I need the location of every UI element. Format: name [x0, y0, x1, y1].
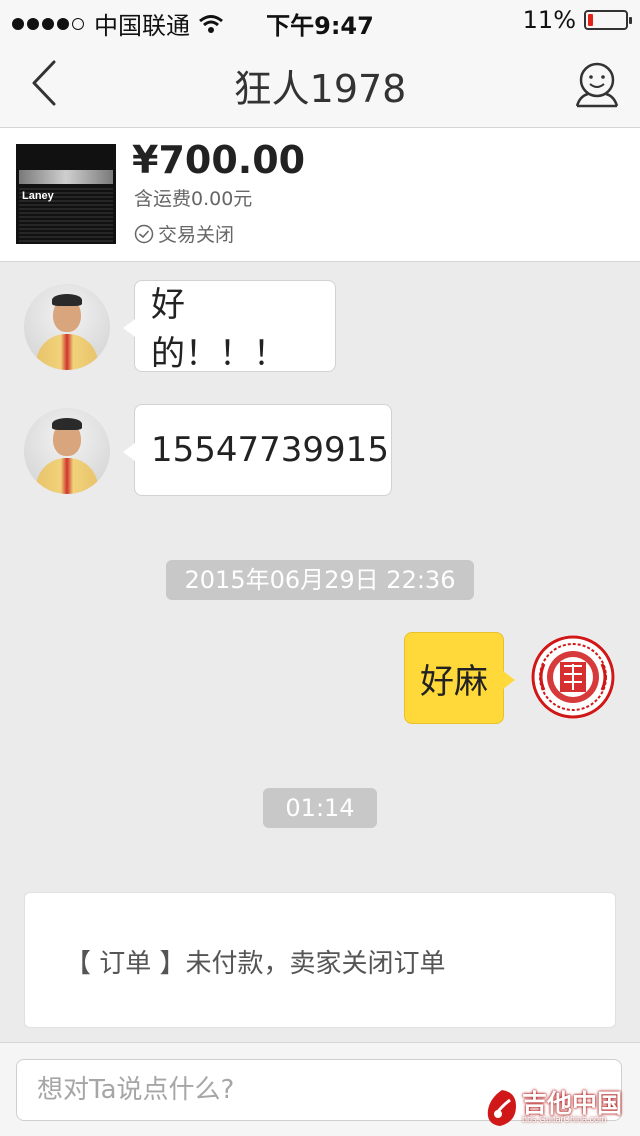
product-card[interactable]: Laney ¥700.00 含运费0.00元 交易关闭	[0, 128, 640, 262]
fu-avatar-icon[interactable]	[530, 634, 616, 720]
product-price: ¥700.00	[132, 138, 306, 182]
message-text: 好麻	[420, 661, 488, 702]
amp-brand-logo: Laney	[22, 190, 54, 202]
guitar-logo-icon	[487, 1090, 516, 1126]
site-watermark: 吉他中国 bbs.GuitarChina.com	[482, 1084, 632, 1132]
product-shipping: 含运费0.00元	[134, 188, 253, 210]
product-thumbnail[interactable]: Laney	[16, 144, 116, 244]
nav-bar: 狂人1978	[0, 40, 640, 128]
battery-icon	[584, 10, 632, 30]
message-bubble[interactable]: 好的！！！	[123, 280, 336, 374]
my-message-bubble[interactable]: 好麻	[404, 632, 515, 724]
battery-percent: 11%	[522, 6, 576, 34]
profile-icon[interactable]	[574, 60, 620, 108]
page-title: 狂人1978	[233, 67, 407, 111]
message-text: 好的！！！	[151, 285, 287, 374]
status-right: 11%	[522, 6, 632, 34]
order-notice-text: 【 订单 】未付款，卖家关闭订单	[65, 949, 446, 979]
status-bar: 中国联通 下午9:47 11%	[0, 0, 640, 40]
check-circle-icon	[134, 224, 154, 243]
message-timestamp: 2015年06月29日 22:36	[166, 560, 474, 600]
trade-status: 交易关闭	[134, 220, 234, 247]
message-timestamp: 01:14	[263, 788, 377, 828]
message-bubble[interactable]: 15547739915	[123, 404, 392, 496]
watermark-url: bbs.GuitarChina.com	[522, 1114, 607, 1124]
message-text: 15547739915	[151, 430, 389, 470]
trade-status-label: 交易关闭	[158, 224, 235, 246]
order-notice-card[interactable]: 【 订单 】未付款，卖家关闭订单	[24, 892, 616, 1028]
avatar[interactable]	[24, 408, 110, 494]
avatar[interactable]	[24, 284, 110, 370]
